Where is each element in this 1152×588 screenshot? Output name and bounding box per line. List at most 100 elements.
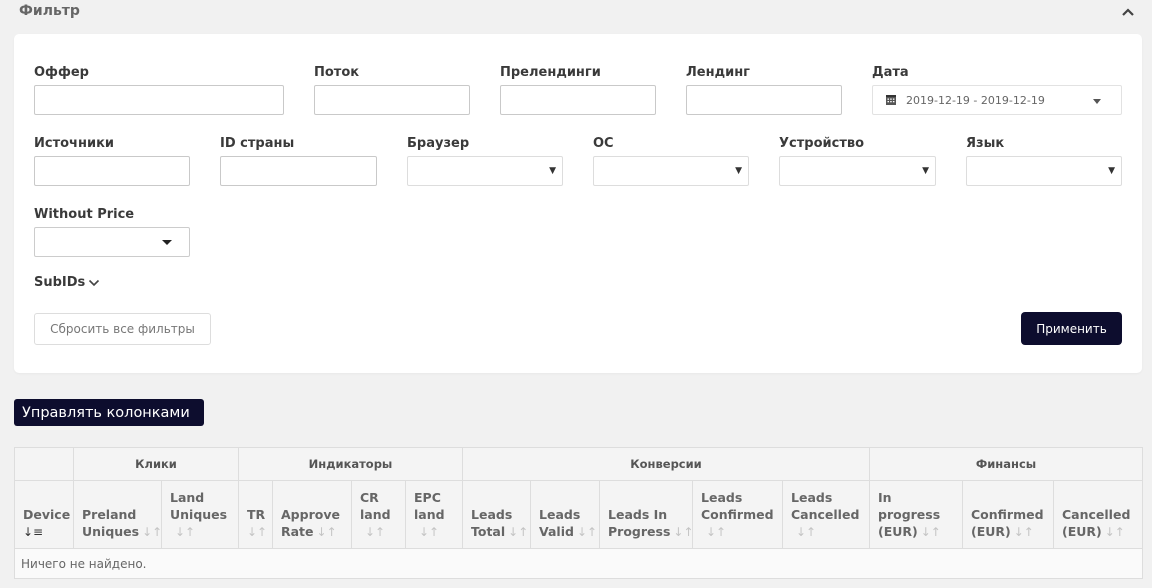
column-label: (EUR) [971, 524, 1011, 539]
column-label: Leads [539, 507, 581, 522]
sort-icon[interactable]: ↓↑ [706, 525, 726, 539]
offer-label: Оффер [34, 65, 89, 80]
chevron-up-icon[interactable] [1120, 4, 1136, 20]
column-header-land-uniques[interactable]: Land Uniques ↓↑ [161, 480, 239, 549]
filter-title: Фильтр [19, 3, 80, 19]
browser-label: Браузер [407, 136, 470, 151]
column-label: Confirmed [971, 507, 1044, 522]
column-label: Valid [539, 524, 574, 539]
column-header-confirmed-eur[interactable]: Confirmed (EUR) ↓↑ [962, 480, 1054, 549]
country-id-label: ID страны [220, 136, 295, 151]
language-label: Язык [966, 136, 1005, 151]
column-label: land [360, 507, 391, 522]
dropdown-arrow-icon: ▼ [549, 166, 556, 176]
subids-toggle[interactable]: SubIDs [34, 275, 100, 290]
dropdown-arrow-icon: ▼ [922, 166, 929, 176]
column-label: Progress [608, 524, 671, 539]
os-select[interactable]: ▼ [593, 156, 749, 186]
empty-message: Ничего не найдено. [13, 548, 1144, 579]
column-label: Leads [791, 490, 833, 505]
column-header-leads-valid[interactable]: Leads Valid ↓↑ [530, 480, 600, 549]
country-id-input[interactable] [220, 156, 377, 186]
column-label: Preland [82, 507, 137, 522]
chevron-down-icon [89, 279, 100, 286]
dropdown-arrow-icon: ▼ [735, 166, 742, 176]
sort-icon[interactable]: ↓↑ [419, 525, 439, 539]
column-header-approve-rate[interactable]: Approve Rate ↓↑ [272, 480, 352, 549]
stats-table: Клики Индикаторы Конверсии Финансы Devic… [13, 447, 1144, 579]
dropdown-arrow-icon: ▼ [1108, 166, 1115, 176]
sort-icon[interactable]: ↓↑ [796, 525, 816, 539]
sources-input[interactable] [34, 156, 190, 186]
column-label: (EUR) [1062, 524, 1102, 539]
column-header-cancelled-eur[interactable]: Cancelled (EUR) ↓↑ [1052, 480, 1144, 549]
group-header-indicators: Индикаторы [238, 447, 463, 481]
column-label: Land [170, 490, 205, 505]
landing-input[interactable] [686, 85, 842, 115]
landing-label: Лендинг [686, 65, 750, 80]
date-range-picker[interactable]: 2019-12-19 - 2019-12-19 [872, 85, 1122, 115]
without-price-label: Without Price [34, 207, 135, 222]
column-label: Leads In [608, 507, 668, 522]
sources-label: Источники [34, 136, 114, 151]
column-label: Approve [281, 507, 340, 522]
column-label: Cancelled [791, 507, 860, 522]
column-label: Leads [471, 507, 513, 522]
sort-icon[interactable]: ↓↑ [921, 525, 941, 539]
column-label: Cancelled [1062, 507, 1131, 522]
column-header-leads-cancelled[interactable]: Leads Cancelled ↓↑ [782, 480, 870, 549]
column-header-preland-uniques[interactable]: Preland Uniques ↓↑ [73, 480, 162, 549]
group-header-conversions: Конверсии [462, 447, 870, 481]
sort-icon[interactable]: ↓↑ [508, 525, 528, 539]
sort-icon[interactable]: ↓↑ [365, 525, 385, 539]
offer-input[interactable] [34, 85, 284, 115]
date-label: Дата [872, 65, 909, 80]
group-header-empty [14, 447, 74, 481]
sort-icon[interactable]: ↓↑ [673, 525, 693, 539]
sort-icon[interactable]: ↓↑ [1014, 525, 1034, 539]
without-price-select[interactable] [34, 227, 190, 257]
caret-down-icon [162, 240, 172, 245]
os-label: ОС [593, 136, 614, 151]
column-header-leads-confirmed[interactable]: Leads Confirmed ↓↑ [692, 480, 783, 549]
column-label: Confirmed [701, 507, 774, 522]
apply-button[interactable]: Применить [1021, 312, 1122, 345]
sort-icon[interactable]: ↓↑ [317, 525, 337, 539]
sort-desc-icon[interactable]: ↓≡ [23, 525, 43, 539]
sort-icon[interactable]: ↓↑ [1105, 525, 1125, 539]
manage-columns-button[interactable]: Управлять колонками [14, 399, 204, 426]
column-label: land [414, 507, 445, 522]
column-header-leads-total[interactable]: Leads Total ↓↑ [462, 480, 531, 549]
group-header-finance: Финансы [868, 447, 1144, 481]
table-group-header: Клики Индикаторы Конверсии Финансы [14, 447, 1144, 481]
column-header-leads-in-progress[interactable]: Leads In Progress ↓↑ [599, 480, 694, 549]
column-label: Uniques [82, 524, 140, 539]
sort-icon[interactable]: ↓↑ [247, 525, 267, 539]
table-row: Ничего не найдено. [13, 548, 1144, 579]
sort-icon[interactable]: ↓↑ [175, 525, 195, 539]
browser-select[interactable]: ▼ [407, 156, 563, 186]
column-header-in-progress-eur[interactable]: In progress (EUR) ↓↑ [869, 480, 963, 549]
table-column-header: Device ↓≡ Preland Uniques ↓↑ Land Uniques ↓↑ … [14, 480, 1144, 549]
column-label: CR [360, 490, 379, 505]
column-header-tr[interactable]: TR ↓↑ [238, 480, 273, 549]
caret-down-icon [1093, 99, 1101, 104]
stream-label: Поток [314, 65, 360, 80]
reset-filters-button[interactable]: Сбросить все фильтры [34, 313, 211, 345]
device-select[interactable]: ▼ [779, 156, 936, 186]
sort-icon[interactable]: ↓↑ [142, 525, 162, 539]
column-header-device[interactable]: Device ↓≡ [14, 480, 74, 549]
calendar-icon [886, 95, 896, 105]
column-header-cr-land[interactable]: CR land ↓↑ [351, 480, 406, 549]
filter-card: Оффер Поток Прелендинги Лендинг Дата 201… [14, 34, 1142, 373]
sort-icon[interactable]: ↓↑ [577, 525, 597, 539]
column-label: EPC [414, 490, 441, 505]
column-header-epc-land[interactable]: EPC land ↓↑ [405, 480, 463, 549]
prelandings-input[interactable] [500, 85, 656, 115]
group-header-clicks: Клики [73, 447, 239, 481]
column-label: Uniques [170, 507, 228, 522]
column-label: In progress [878, 490, 941, 522]
stream-input[interactable] [314, 85, 470, 115]
column-label: TR [247, 507, 266, 522]
language-select[interactable]: ▼ [966, 156, 1122, 186]
